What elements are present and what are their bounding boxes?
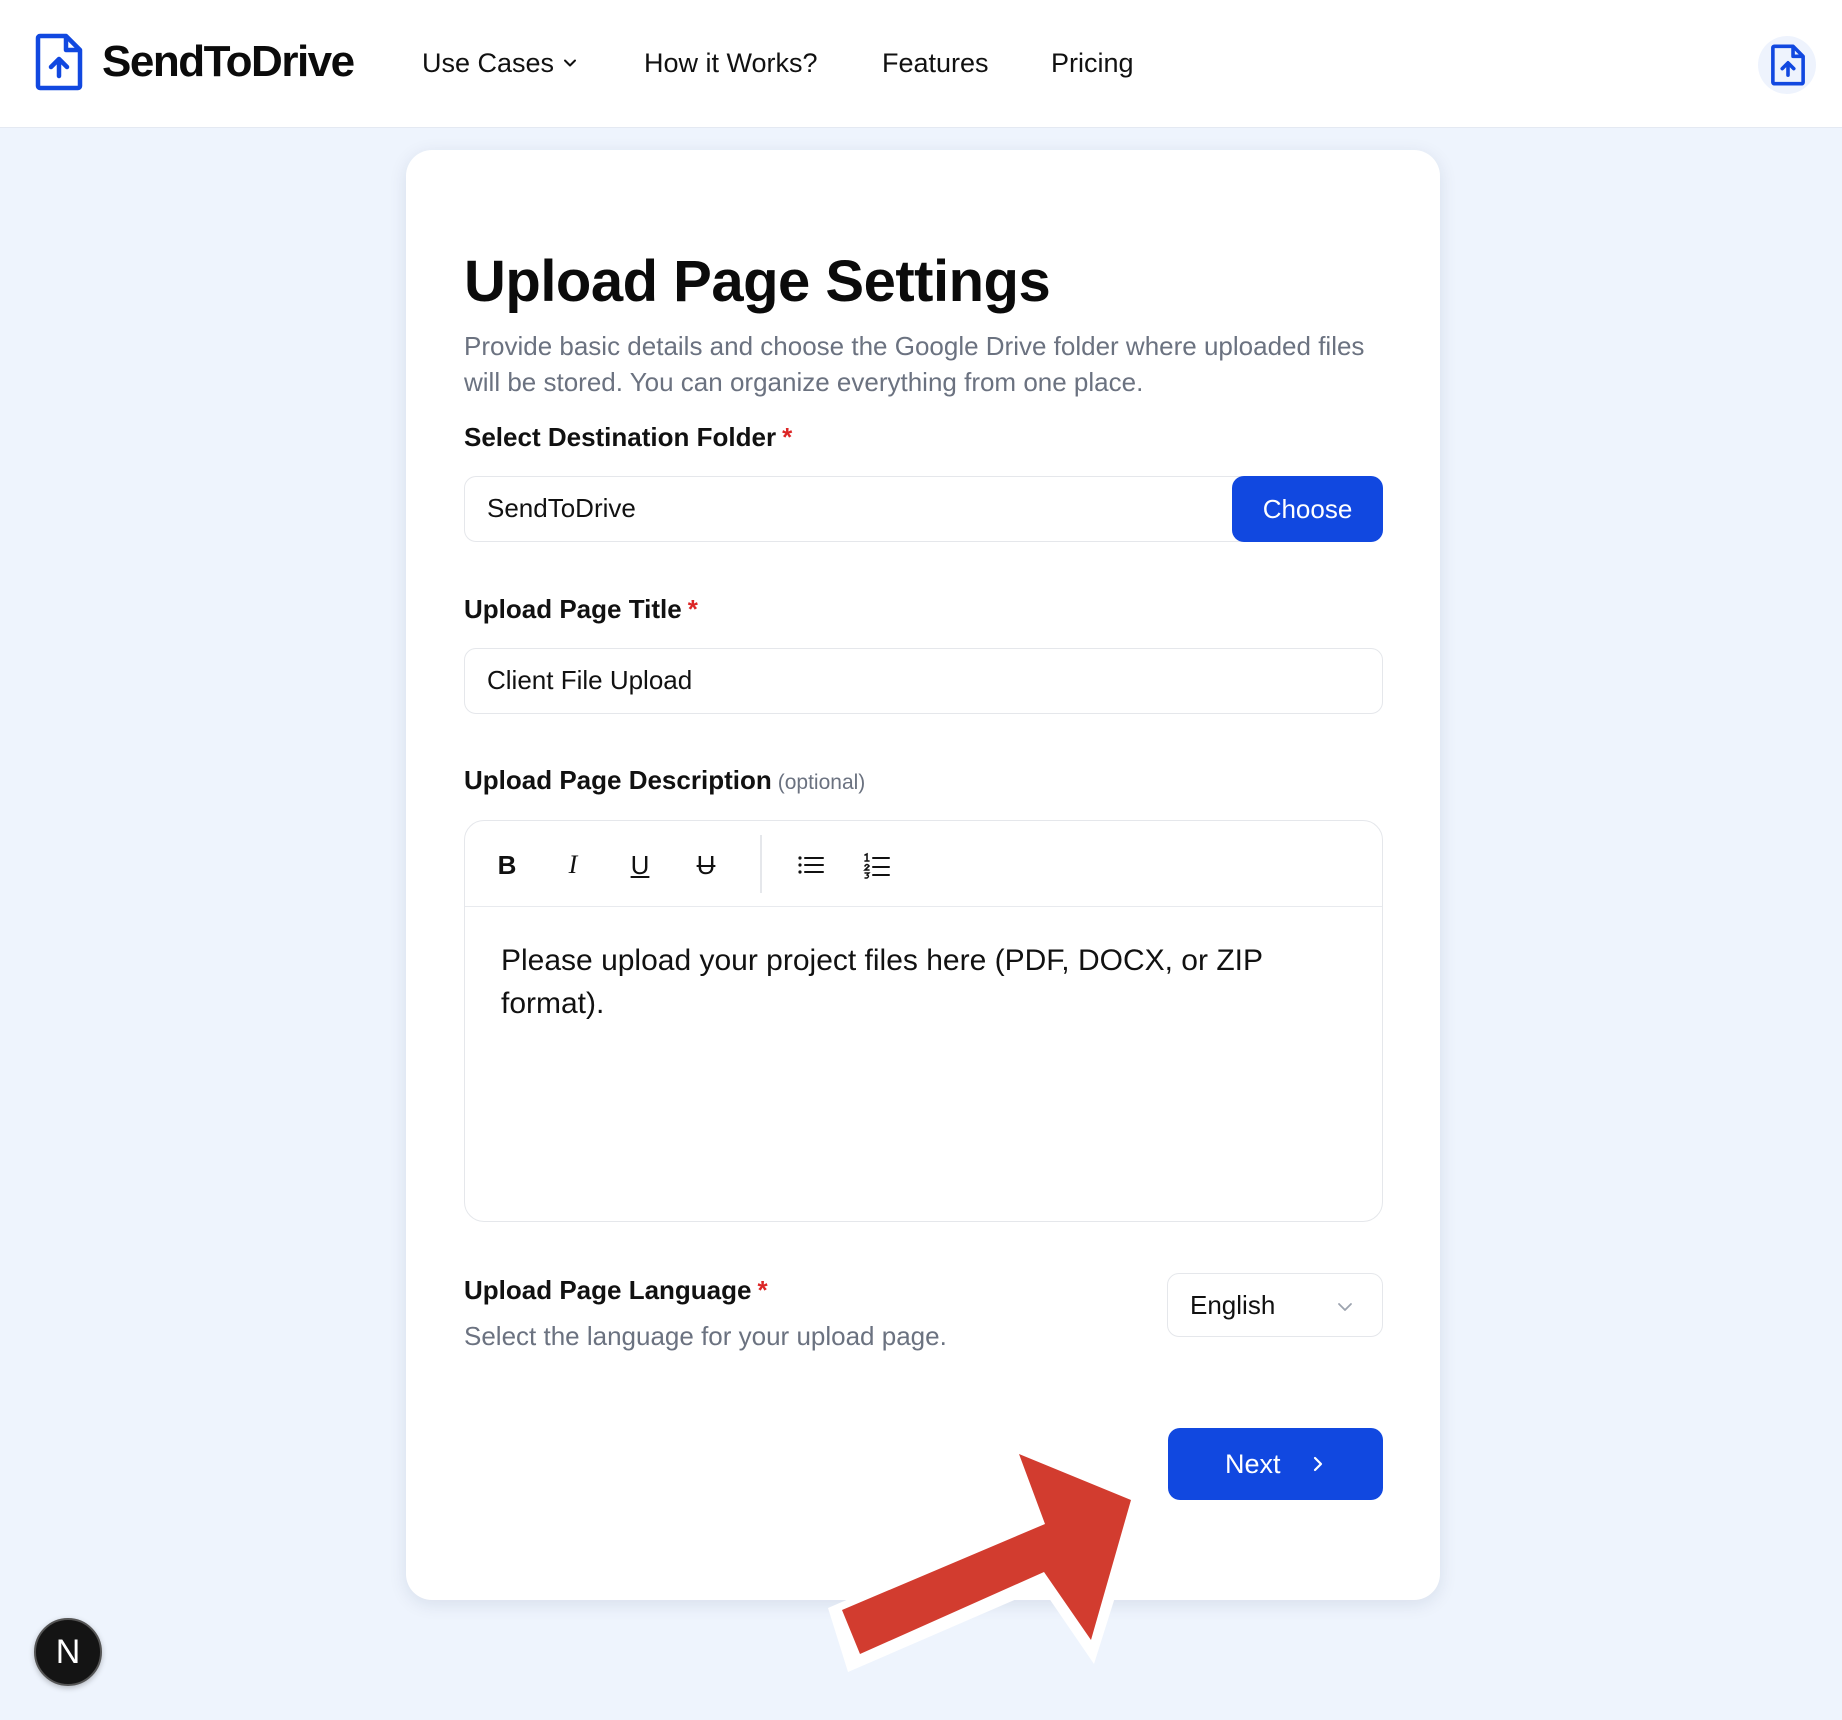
nav-how-it-works[interactable]: How it Works? xyxy=(644,46,818,80)
brand-name[interactable]: SendToDrive xyxy=(102,36,355,88)
folder-label: Select Destination Folder * xyxy=(464,421,792,453)
file-upload-icon xyxy=(1771,44,1805,86)
next-button-label: Next xyxy=(1225,1449,1281,1479)
strikethrough-button[interactable]: U xyxy=(690,849,722,881)
annotation-arrow-icon xyxy=(828,1446,1145,1672)
title-label-text: Upload Page Title xyxy=(464,594,682,624)
choose-folder-button[interactable]: Choose xyxy=(1232,476,1383,542)
description-label: Upload Page Description (optional) xyxy=(464,764,865,799)
folder-input[interactable]: SendToDrive xyxy=(464,476,1264,542)
description-text-area[interactable]: Please upload your project files here (P… xyxy=(501,939,1331,1025)
optional-label: (optional) xyxy=(777,771,866,794)
folder-label-text: Select Destination Folder xyxy=(464,422,777,452)
nav-pricing[interactable]: Pricing xyxy=(1051,46,1134,80)
chevron-right-icon xyxy=(1313,1456,1323,1472)
next-button[interactable]: Next xyxy=(1168,1428,1383,1500)
language-select[interactable]: English xyxy=(1167,1273,1383,1337)
account-button[interactable] xyxy=(1758,36,1816,94)
page-title-input[interactable]: Client File Upload xyxy=(464,648,1383,714)
editor-toolbar: B I U U xyxy=(465,821,1382,907)
page-title: Upload Page Settings xyxy=(464,249,1051,314)
language-selected-value: English xyxy=(1190,1290,1276,1320)
title-label: Upload Page Title * xyxy=(464,593,698,625)
chevron-down-icon xyxy=(1338,1303,1352,1311)
file-upload-logo-icon[interactable] xyxy=(34,32,84,92)
required-mark: * xyxy=(782,422,793,452)
chevron-down-icon[interactable] xyxy=(562,55,578,71)
underline-button[interactable]: U xyxy=(624,849,656,881)
top-navbar: SendToDrive Use Cases How it Works? Feat… xyxy=(0,0,1842,128)
required-mark: * xyxy=(757,1275,768,1305)
language-label-text: Upload Page Language xyxy=(464,1275,752,1305)
bullet-list-icon[interactable] xyxy=(795,849,827,881)
dev-tools-badge[interactable]: N xyxy=(34,1618,102,1686)
italic-button[interactable]: I xyxy=(557,849,589,881)
language-help-text: Select the language for your upload page… xyxy=(464,1321,947,1351)
required-mark: * xyxy=(687,594,698,624)
language-label: Upload Page Language * xyxy=(464,1274,768,1306)
page-description: Provide basic details and choose the Goo… xyxy=(464,331,1365,397)
numbered-list-icon[interactable] xyxy=(861,849,893,881)
toolbar-divider xyxy=(760,835,762,893)
nav-features[interactable]: Features xyxy=(882,46,989,80)
description-label-text: Upload Page Description xyxy=(464,765,772,795)
nav-use-cases[interactable]: Use Cases xyxy=(422,46,554,80)
bold-button[interactable]: B xyxy=(491,849,523,881)
description-editor: B I U U Please upload your project files… xyxy=(464,820,1383,1222)
